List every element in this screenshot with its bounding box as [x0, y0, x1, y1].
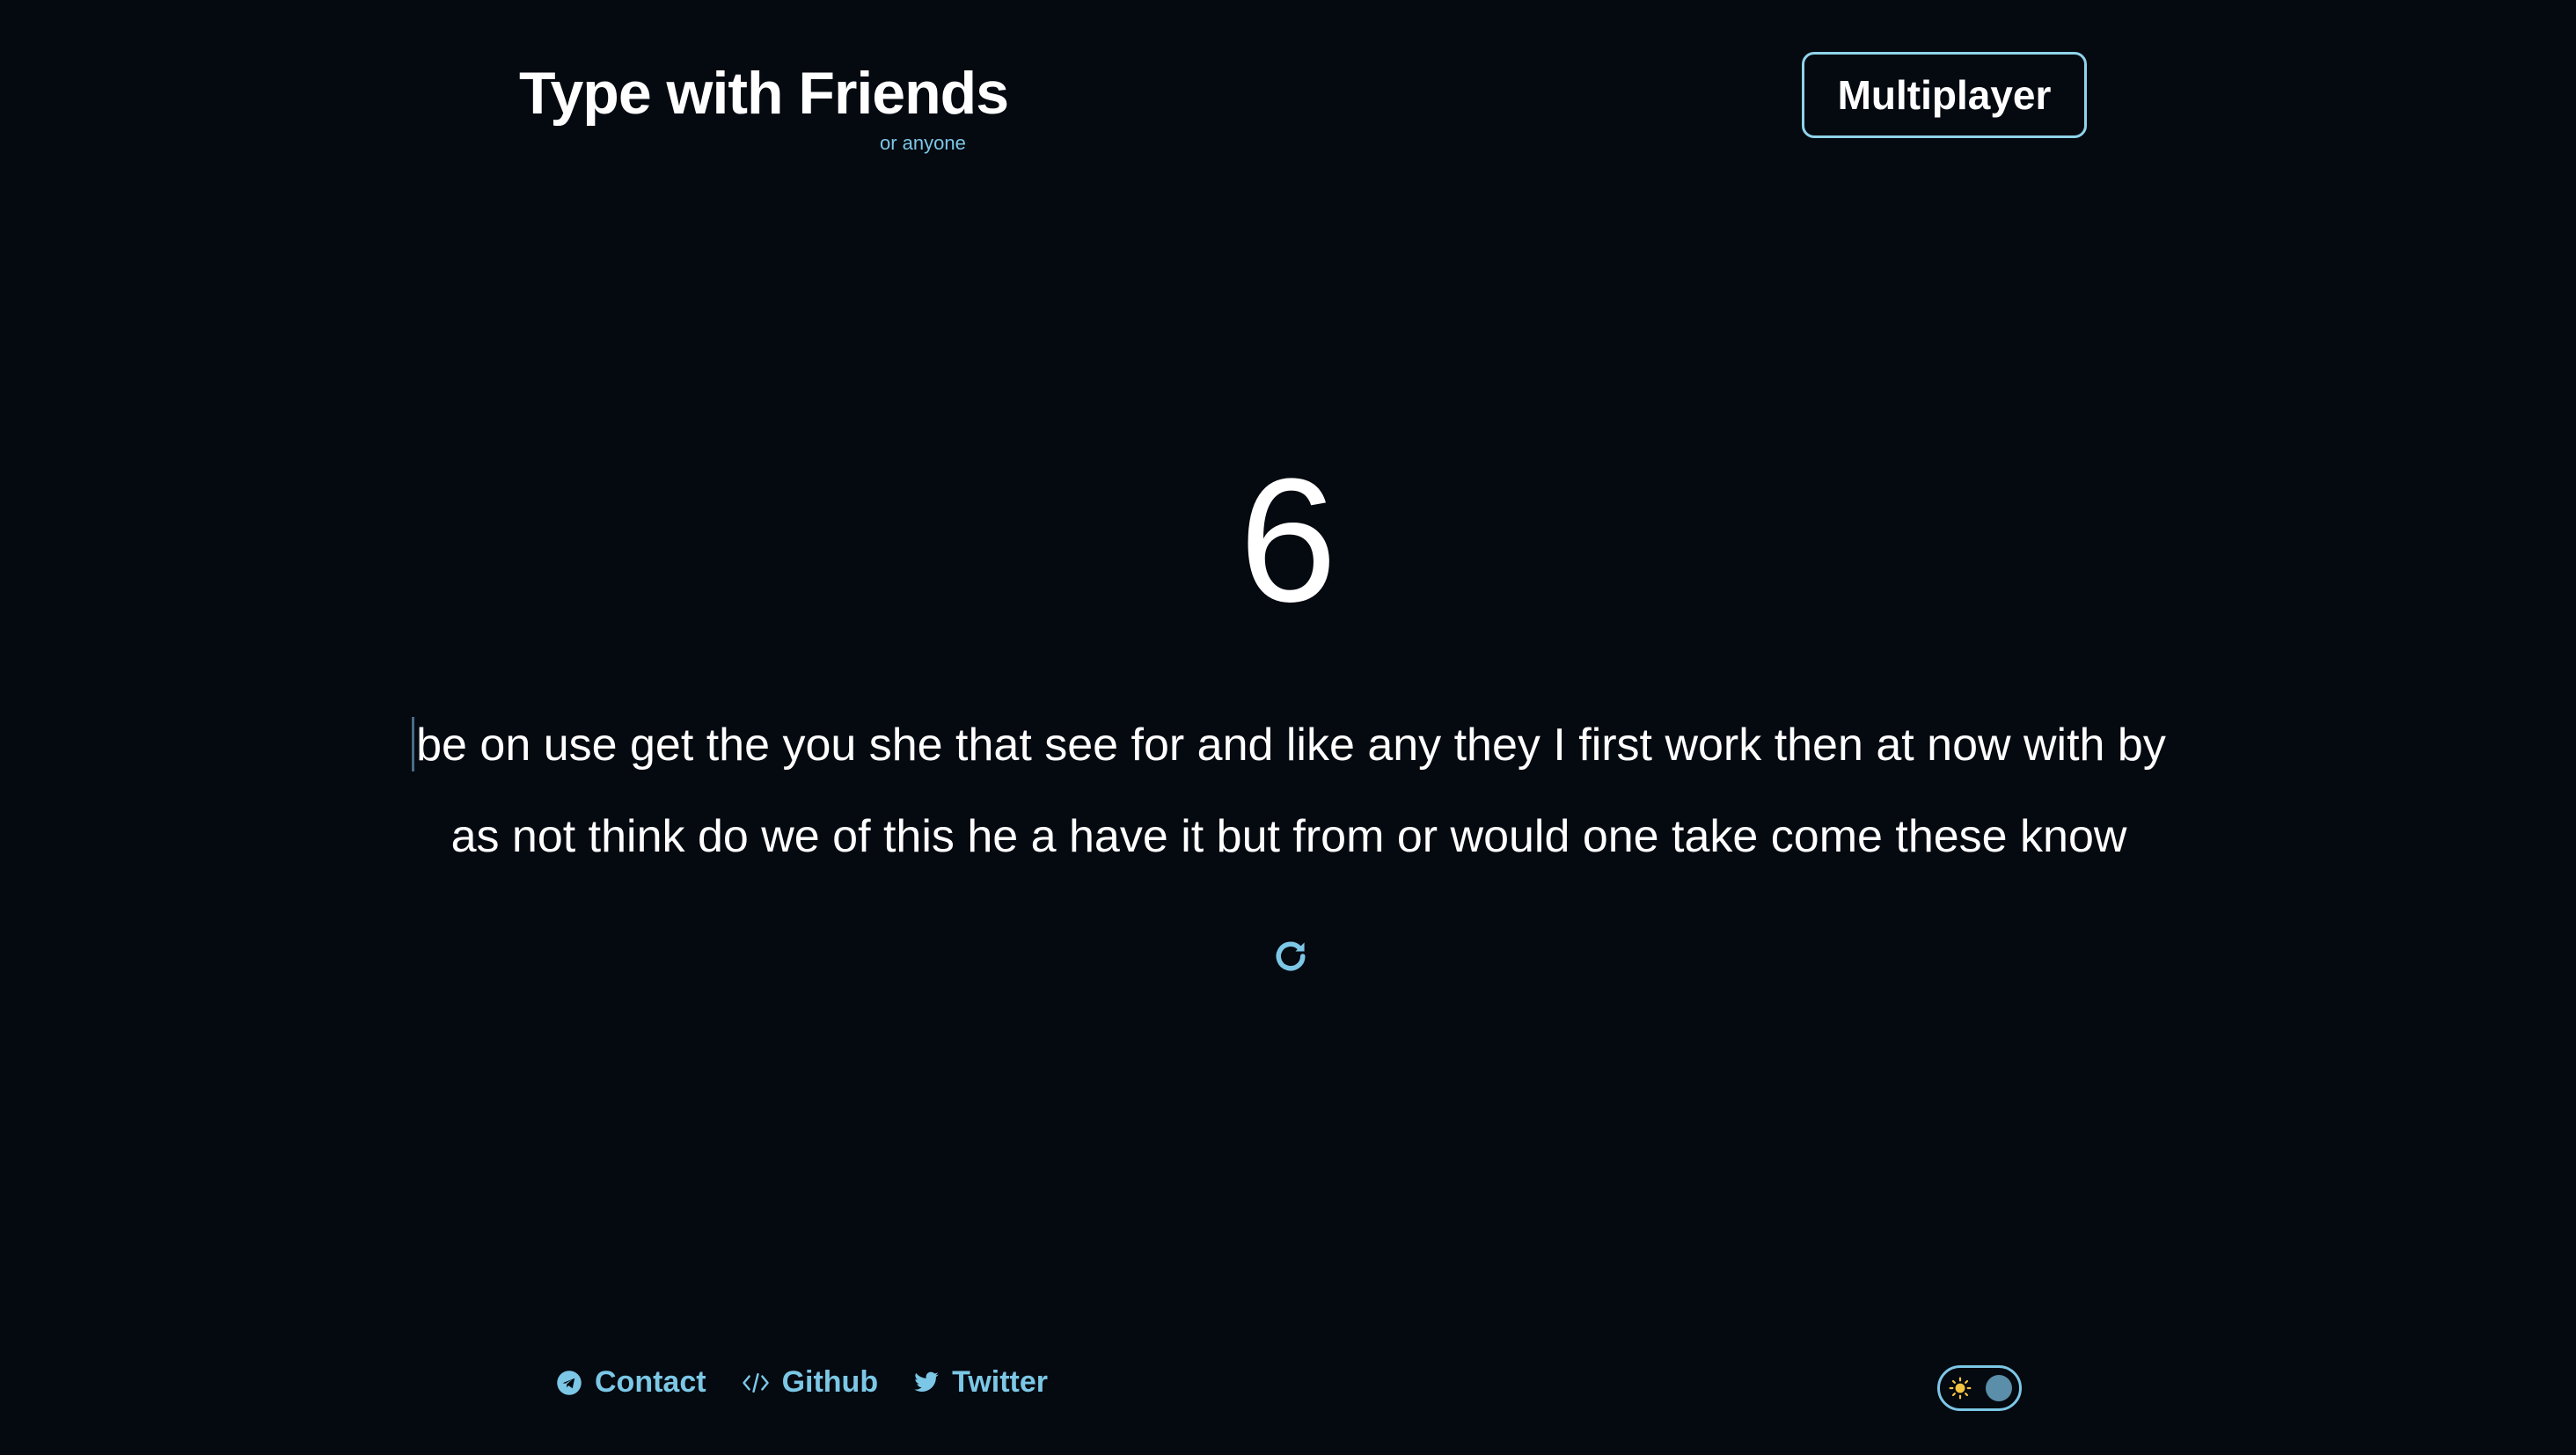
words-line-2: as not think do we of this he a have it …: [450, 811, 2127, 862]
footer-link-twitter[interactable]: Twitter: [913, 1365, 1048, 1400]
twitter-icon: [914, 1371, 939, 1392]
toggle-knob: [1986, 1375, 2012, 1401]
text-caret: [412, 717, 415, 772]
logo[interactable]: Type with Friends or anyone: [519, 60, 1009, 154]
logo-subtitle: or anyone: [880, 132, 966, 154]
telegram-icon: [557, 1370, 582, 1395]
code-icon: [742, 1372, 769, 1393]
countdown-timer: 6: [1239, 442, 1337, 639]
theme-toggle[interactable]: [1937, 1365, 2022, 1411]
words-line-1: be on use get the you she that see for a…: [387, 699, 2191, 791]
footer-link-github[interactable]: Github: [742, 1365, 879, 1400]
footer-link-github-label: Github: [781, 1365, 879, 1399]
typing-text-area[interactable]: be on use get the you she that see for a…: [387, 699, 2191, 882]
footer-link-contact-label: Contact: [595, 1365, 706, 1399]
multiplayer-button[interactable]: Multiplayer: [1802, 52, 2087, 138]
footer-link-contact[interactable]: Contact: [556, 1365, 706, 1400]
restart-button[interactable]: [1267, 932, 1314, 980]
logo-title: Type with Friends: [519, 60, 1009, 127]
footer-link-twitter-label: Twitter: [952, 1365, 1049, 1399]
words-line-1-text: be on use get the you she that see for a…: [416, 720, 2166, 771]
footer-links: Contact Github Twitter: [556, 1365, 1048, 1400]
refresh-icon: [1276, 941, 1306, 971]
app-page: Type with Friends or anyone Multiplayer …: [0, 0, 2576, 1455]
sun-icon: [1949, 1377, 1972, 1400]
